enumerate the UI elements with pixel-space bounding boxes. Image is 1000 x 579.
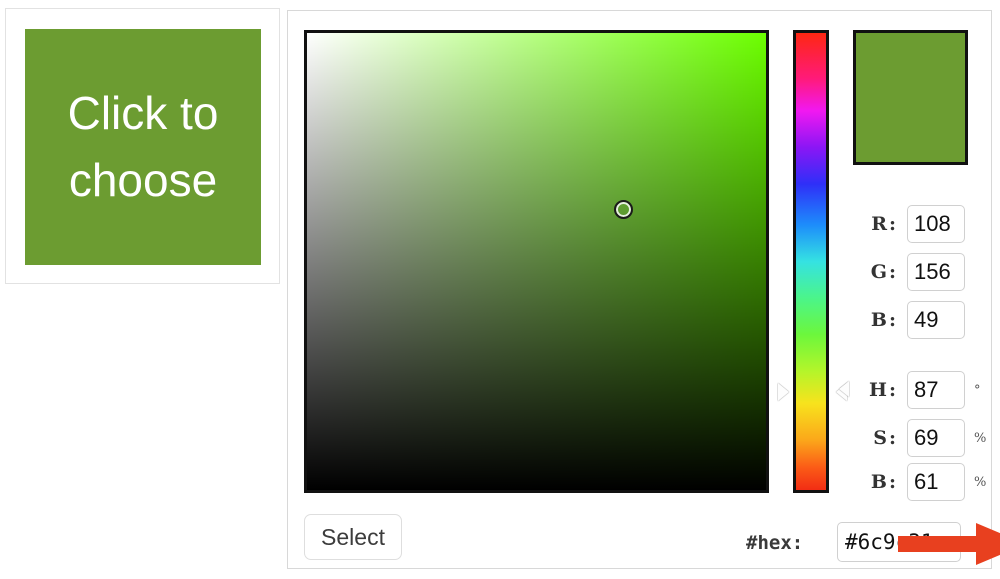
- select-button[interactable]: Select: [304, 514, 402, 560]
- blue-input[interactable]: [907, 301, 965, 339]
- red-input[interactable]: [907, 205, 965, 243]
- trigger-label-line2: choose: [68, 154, 218, 206]
- red-label: R:: [871, 213, 898, 235]
- trigger-label-line1: Click to: [67, 87, 219, 140]
- blue-label: B:: [870, 309, 898, 331]
- hex-input[interactable]: [837, 522, 961, 562]
- hue-marker-left-icon[interactable]: [778, 383, 789, 401]
- brightness-input[interactable]: [907, 463, 965, 501]
- field-row-blue: B:: [856, 301, 965, 339]
- field-row-brightness: B: %: [856, 463, 986, 501]
- green-input[interactable]: [907, 253, 965, 291]
- field-row-red: R:: [856, 205, 965, 243]
- color-preview-swatch: [853, 30, 968, 165]
- hue-unit-degree: °: [974, 382, 981, 398]
- brightness-unit-percent: %: [974, 474, 987, 490]
- hue-slider[interactable]: [793, 30, 829, 493]
- field-row-saturation: S: %: [856, 419, 986, 457]
- saturation-label: S:: [873, 427, 898, 449]
- green-label: G:: [870, 261, 898, 283]
- hex-label: #hex:: [746, 532, 804, 554]
- saturation-input[interactable]: [907, 419, 965, 457]
- saturation-value-map[interactable]: [304, 30, 769, 493]
- field-row-green: G:: [856, 253, 965, 291]
- hue-label: H:: [869, 379, 898, 401]
- field-row-hue: H: °: [856, 371, 981, 409]
- hue-input[interactable]: [907, 371, 965, 409]
- brightness-label: B:: [870, 471, 898, 493]
- color-trigger-container: Click to choose: [5, 8, 280, 284]
- sv-black-gradient-layer: [307, 33, 766, 490]
- hsb-section-marker-icon: [839, 381, 849, 397]
- color-picker-panel: R: G: B: H: ° S: % B: % Select #hex:: [287, 10, 1000, 569]
- click-to-choose-button[interactable]: Click to choose: [25, 29, 261, 265]
- saturation-unit-percent: %: [974, 430, 987, 446]
